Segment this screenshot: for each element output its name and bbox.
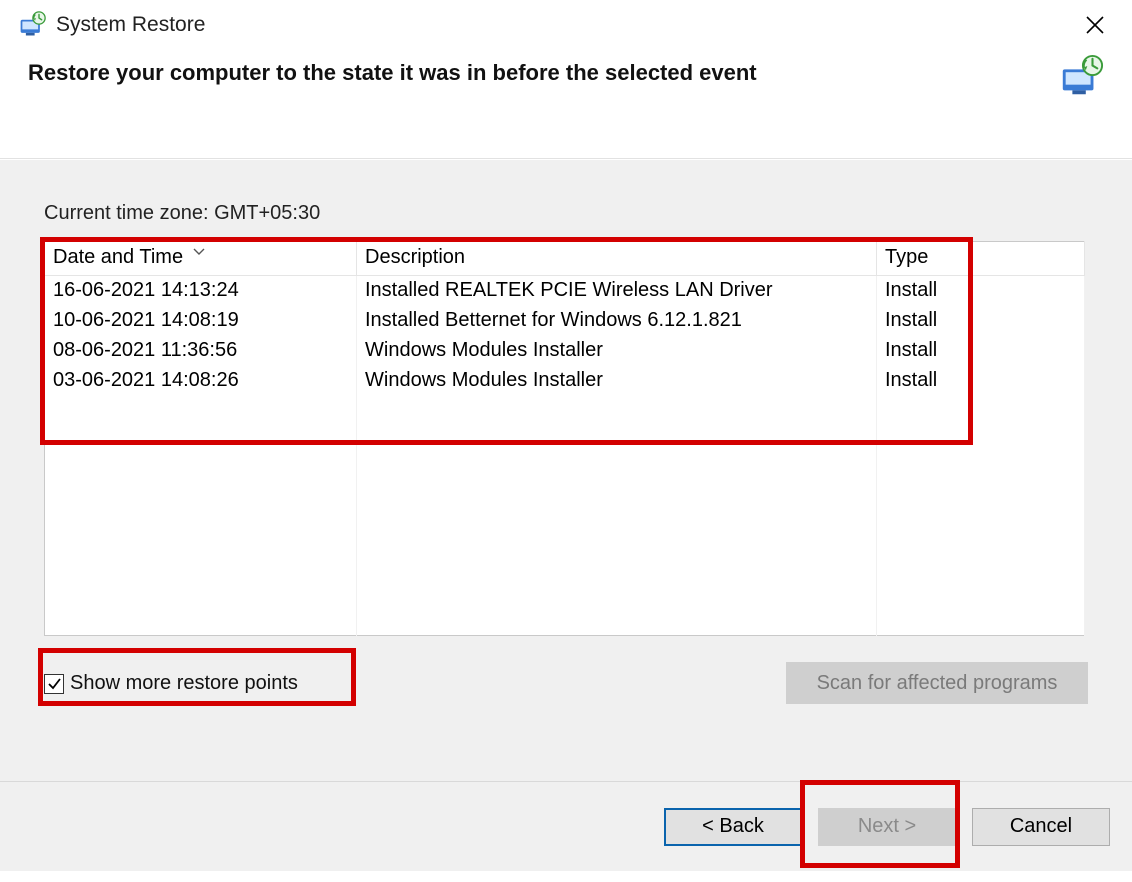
table-row-empty (45, 576, 1085, 606)
cell-date: 03-06-2021 14:08:26 (45, 366, 357, 396)
system-restore-icon (18, 11, 46, 39)
table-row-empty (45, 516, 1085, 546)
system-restore-window: System Restore Restore your computer to … (0, 0, 1132, 882)
restore-points-table[interactable]: Date and Time Description Type 16-06-202… (44, 241, 1085, 636)
table-row[interactable]: 16-06-2021 14:13:24 Installed REALTEK PC… (45, 276, 1085, 306)
next-button: Next > (818, 808, 956, 846)
table-row[interactable]: 03-06-2021 14:08:26 Windows Modules Inst… (45, 366, 1085, 396)
cell-description: Installed REALTEK PCIE Wireless LAN Driv… (357, 276, 877, 306)
close-button[interactable] (1070, 0, 1120, 50)
page-heading: Restore your computer to the state it wa… (28, 58, 1048, 88)
cancel-button[interactable]: Cancel (972, 808, 1110, 846)
system-restore-large-icon (1058, 54, 1104, 100)
cell-description: Windows Modules Installer (357, 366, 877, 396)
cell-type: Install (877, 336, 1085, 366)
table-header-row[interactable]: Date and Time Description Type (45, 242, 1085, 276)
table-row-empty (45, 606, 1085, 636)
window-title: System Restore (56, 13, 1070, 37)
timezone-label: Current time zone: GMT+05:30 (44, 202, 1088, 225)
col-header-date-label: Date and Time (53, 246, 183, 268)
wizard-content: Current time zone: GMT+05:30 Date and Ti… (0, 159, 1132, 781)
cell-description: Installed Betternet for Windows 6.12.1.8… (357, 306, 877, 336)
show-more-label[interactable]: Show more restore points (70, 672, 298, 695)
table-row-empty (45, 426, 1085, 456)
wizard-footer: < Back Next > Cancel (0, 781, 1132, 871)
show-more-checkbox[interactable] (44, 674, 64, 694)
col-header-description[interactable]: Description (357, 242, 877, 276)
sort-descending-icon (193, 239, 205, 262)
cell-date: 10-06-2021 14:08:19 (45, 306, 357, 336)
table-row-empty (45, 396, 1085, 426)
scan-affected-button: Scan for affected programs (786, 662, 1088, 704)
table-row-empty (45, 486, 1085, 516)
cell-date: 08-06-2021 11:36:56 (45, 336, 357, 366)
back-button[interactable]: < Back (664, 808, 802, 846)
cell-type: Install (877, 276, 1085, 306)
table-row-empty (45, 456, 1085, 486)
wizard-header: Restore your computer to the state it wa… (0, 50, 1132, 100)
cell-type: Install (877, 366, 1085, 396)
table-row[interactable]: 08-06-2021 11:36:56 Windows Modules Inst… (45, 336, 1085, 366)
cell-description: Windows Modules Installer (357, 336, 877, 366)
table-row-empty (45, 546, 1085, 576)
col-header-date[interactable]: Date and Time (45, 242, 357, 276)
cell-date: 16-06-2021 14:13:24 (45, 276, 357, 306)
col-header-type[interactable]: Type (877, 242, 1085, 276)
table-row[interactable]: 10-06-2021 14:08:19 Installed Betternet … (45, 306, 1085, 336)
titlebar: System Restore (0, 0, 1132, 50)
cell-type: Install (877, 306, 1085, 336)
